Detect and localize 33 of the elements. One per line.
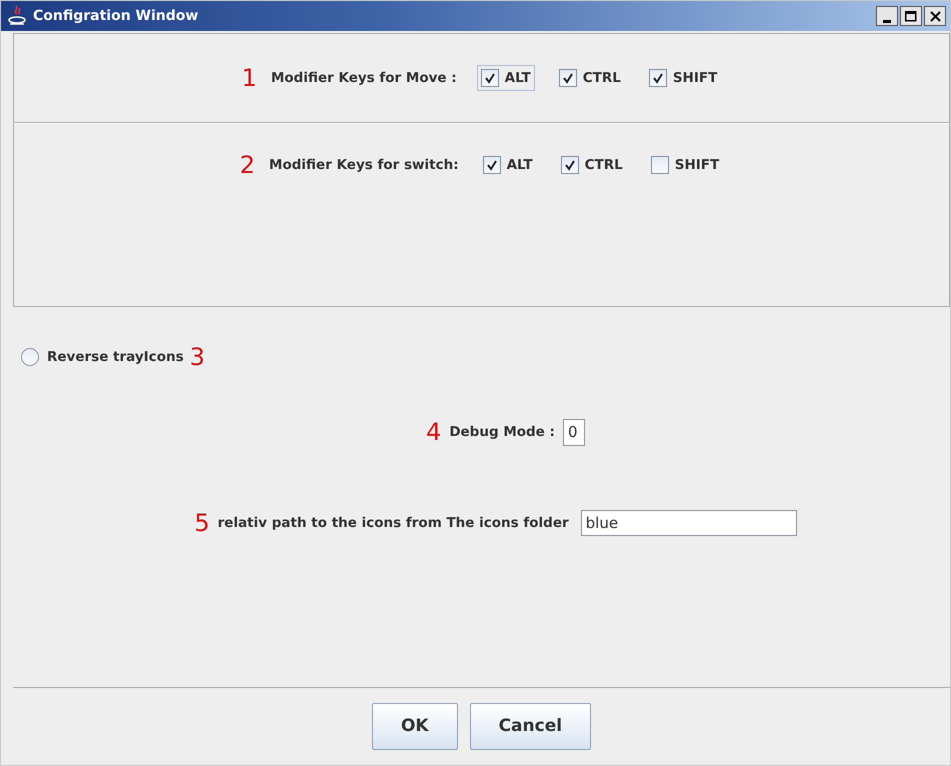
checkbox[interactable]: CTRL (556, 152, 627, 178)
checkbox[interactable]: SHIFT (646, 152, 724, 178)
check-icon (562, 72, 574, 84)
checkbox[interactable]: CTRL (554, 64, 625, 92)
close-button[interactable] (924, 6, 946, 26)
maximize-button[interactable] (900, 6, 922, 26)
checkbox[interactable]: ALT (476, 64, 535, 92)
dialog-button[interactable]: OK (372, 702, 458, 750)
text-field[interactable]: 0 (562, 419, 585, 446)
checkbox[interactable]: SHIFT (644, 64, 722, 92)
radio-button[interactable]: Reverse trayIcons (21, 346, 184, 368)
window-title: Configration Window (33, 6, 200, 26)
step-number: 1 (242, 66, 257, 90)
close-icon (930, 10, 940, 22)
field-label: relativ path to the icons from The icons folder (218, 514, 569, 533)
check-icon (486, 159, 498, 172)
minimize-button[interactable] (876, 6, 898, 26)
step-number: 4 (426, 420, 442, 444)
step-number: 2 (240, 153, 256, 178)
field-label: Modifier Keys for switch: (269, 156, 459, 175)
field-label: Modifier Keys for Move : (270, 68, 457, 88)
app-icon (7, 5, 27, 27)
field-label: Debug Mode : (449, 423, 555, 442)
checkbox[interactable]: ALT (478, 152, 537, 178)
dialog-button[interactable]: Cancel (470, 702, 592, 750)
step-number: 3 (190, 345, 205, 369)
step-number: 5 (194, 510, 210, 535)
check-icon (652, 72, 664, 84)
maximize-icon (905, 10, 917, 22)
minimize-icon (883, 20, 891, 22)
text-field[interactable]: blue (580, 510, 797, 536)
check-icon (484, 72, 496, 84)
check-icon (564, 159, 576, 172)
